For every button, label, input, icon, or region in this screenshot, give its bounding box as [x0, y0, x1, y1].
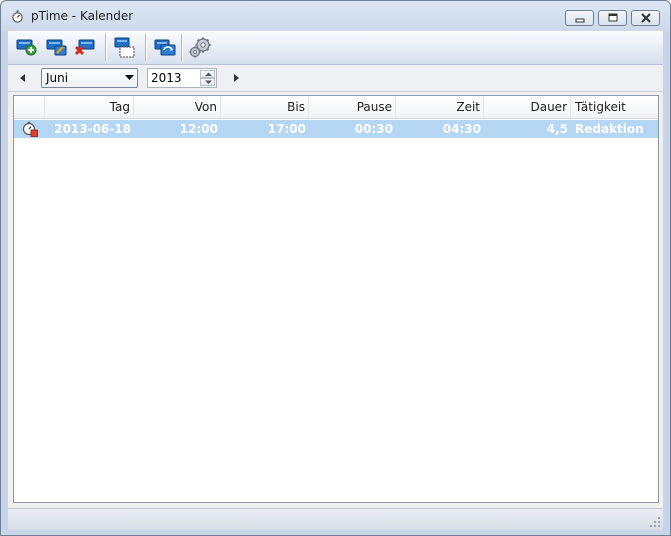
add-entry-button[interactable] [14, 35, 40, 59]
refresh-entries-icon [154, 39, 176, 56]
column-header-bis[interactable]: Bis [221, 96, 309, 118]
window-title: pTime - Kalender [31, 9, 134, 23]
select-entries-icon [114, 37, 135, 58]
column-header-pause[interactable]: Pause [309, 96, 396, 118]
minimize-button[interactable] [565, 10, 594, 26]
stopwatch-icon [12, 10, 23, 23]
date-navigation-bar: Juni 2013 [8, 65, 663, 92]
column-header-zeit[interactable]: Zeit [396, 96, 484, 118]
app-window: pTime - Kalender Juni 2013 Tag Von Bis P… [0, 0, 671, 536]
arrow-left-icon [20, 74, 25, 82]
add-entry-icon [16, 39, 37, 56]
next-month-button[interactable] [229, 70, 243, 86]
cell-bis: 17:00 [267, 122, 306, 136]
toolbar-separator [105, 34, 107, 61]
spin-up-icon [205, 72, 212, 76]
resize-grip-icon[interactable] [649, 516, 661, 528]
year-decrement-button[interactable] [200, 78, 215, 86]
minimize-icon [575, 18, 585, 23]
close-icon [641, 13, 651, 23]
cell-taetigkeit: Redaktion [575, 122, 644, 136]
arrow-right-icon [234, 74, 239, 82]
table-header: Tag Von Bis Pause Zeit Dauer Tätigkeit [14, 96, 658, 119]
spin-down-icon [205, 80, 212, 84]
cell-dauer: 4,5 [546, 122, 568, 136]
toolbar [8, 31, 663, 65]
toolbar-separator [181, 34, 183, 61]
year-spinner[interactable]: 2013 [147, 68, 217, 88]
cell-von: 12:00 [179, 122, 218, 136]
maximize-button[interactable] [598, 10, 627, 26]
refresh-entries-button[interactable] [152, 35, 178, 59]
column-header-icon[interactable] [14, 96, 45, 118]
column-header-von[interactable]: Von [134, 96, 221, 118]
year-increment-button[interactable] [200, 70, 215, 78]
cell-tag: 2013-06-18 [54, 122, 131, 136]
toolbar-separator [145, 34, 147, 61]
entries-table[interactable]: Tag Von Bis Pause Zeit Dauer Tätigkeit 2… [13, 95, 659, 503]
month-select-value: Juni [46, 71, 69, 85]
column-header-taetigkeit[interactable]: Tätigkeit [571, 96, 658, 118]
status-bar [8, 508, 663, 530]
delete-entry-button[interactable] [72, 35, 98, 59]
delete-entry-icon [74, 39, 95, 56]
table-row[interactable]: 2013-06-18 12:00 17:00 00:30 04:30 4,5 R… [14, 120, 658, 138]
edit-entry-button[interactable] [44, 35, 70, 59]
month-select[interactable]: Juni [41, 68, 138, 88]
title-bar[interactable]: pTime - Kalender [1, 1, 670, 31]
column-header-tag[interactable]: Tag [45, 96, 134, 118]
timer-entry-icon [22, 121, 38, 137]
select-entries-button[interactable] [112, 35, 138, 59]
year-value: 2013 [151, 71, 182, 85]
settings-gears-icon [189, 37, 211, 58]
column-header-dauer[interactable]: Dauer [484, 96, 571, 118]
main-content: Juni 2013 Tag Von Bis Pause Zeit Dauer T… [8, 31, 663, 530]
close-button[interactable] [631, 10, 660, 26]
chevron-down-icon [125, 75, 134, 80]
cell-pause: 00:30 [354, 122, 393, 136]
previous-month-button[interactable] [16, 70, 30, 86]
settings-button[interactable] [186, 35, 212, 59]
edit-entry-icon [46, 39, 67, 56]
maximize-icon [608, 13, 618, 22]
cell-zeit: 04:30 [442, 122, 481, 136]
